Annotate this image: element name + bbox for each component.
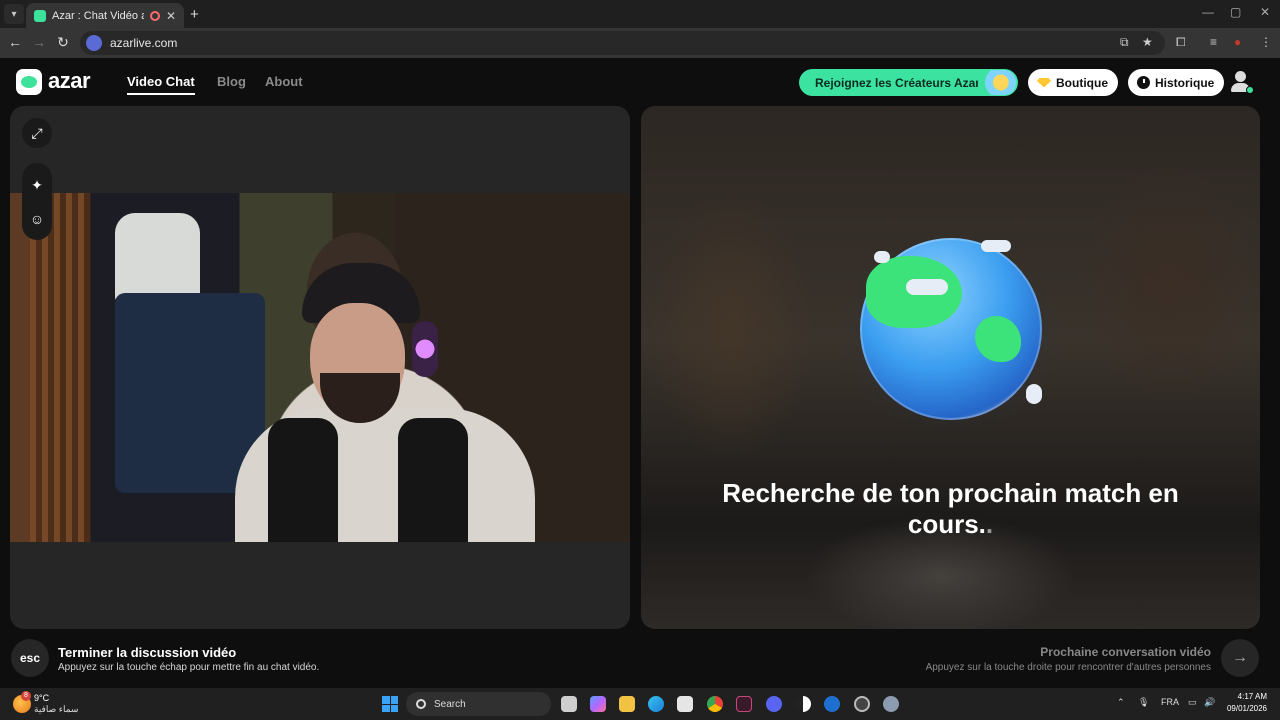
cast-icon[interactable]: ⧉: [1120, 35, 1129, 50]
restore-icon[interactable]: ▢: [1230, 5, 1241, 19]
app-gray-icon[interactable]: [854, 696, 870, 712]
searching-line-2: cours.: [907, 509, 986, 539]
profile-icon[interactable]: ●: [1234, 35, 1241, 49]
address-bar[interactable]: azarlive.com: [80, 31, 1165, 55]
task-view-icon[interactable]: [561, 696, 577, 712]
chrome-icon[interactable]: [707, 696, 723, 712]
controls-bar: esc Terminer la discussion vidéo Appuyez…: [0, 636, 1280, 688]
history-label: Historique: [1155, 75, 1215, 90]
site-header: azar Video Chat Blog About Rejoignez les…: [0, 58, 1280, 106]
extensions-icon[interactable]: ⧠: [1176, 35, 1186, 50]
history-button[interactable]: Historique: [1128, 69, 1225, 96]
tab-search-icon[interactable]: ▾: [4, 4, 24, 24]
temperature[interactable]: 9°C: [34, 693, 49, 703]
site-info-icon[interactable]: [86, 35, 102, 51]
searching-line-1: Recherche de ton prochain match en: [722, 478, 1179, 508]
minimize-icon[interactable]: —: [1202, 5, 1214, 19]
start-icon[interactable]: [382, 696, 398, 712]
weather-badge: 8: [21, 691, 31, 701]
join-creators-label: Rejoignez les Créateurs Azar: [815, 75, 980, 90]
file-explorer-icon[interactable]: [619, 696, 635, 712]
back-icon[interactable]: ←: [6, 34, 24, 50]
app-circle-icon[interactable]: [795, 696, 811, 712]
nav-about[interactable]: About: [265, 74, 303, 89]
headset-icon: [412, 321, 438, 377]
tray-chevron-icon[interactable]: ⌃: [1117, 697, 1125, 708]
url-text: azarlive.com: [110, 36, 178, 50]
weather-condition[interactable]: سماء صافية: [34, 704, 78, 715]
user-avatar-icon[interactable]: [1229, 69, 1254, 95]
nav-video-chat[interactable]: Video Chat: [127, 74, 195, 95]
microphone-icon[interactable]: 🎙: [1138, 697, 1149, 708]
sparkle-effects-icon[interactable]: ✦: [22, 170, 52, 200]
shop-label: Boutique: [1056, 75, 1108, 90]
browser-tab[interactable]: Azar : Chat Vidéo avec de n ✕: [26, 3, 184, 28]
settings-icon[interactable]: [883, 696, 899, 712]
clock-date[interactable]: 09/01/2026: [1225, 704, 1267, 713]
app-icon[interactable]: [736, 696, 752, 712]
taskbar: 8 9°C سماء صافية Search ⌃ 🎙 FRA ▭ 🔊 4:17…: [0, 688, 1280, 720]
network-icon[interactable]: ▭: [1188, 697, 1197, 708]
volume-icon[interactable]: 🔊: [1204, 697, 1215, 708]
join-creators-button[interactable]: Rejoignez les Créateurs Azar: [799, 69, 1018, 96]
my-camera-panel: ⤢ ✦ ☺: [10, 106, 630, 629]
taskbar-search[interactable]: Search: [406, 692, 551, 716]
face-filter-icon[interactable]: ☺: [22, 204, 52, 234]
bookmark-star-icon[interactable]: ★: [1142, 35, 1153, 49]
online-status-icon: [1246, 86, 1254, 94]
end-chat-hint: Appuyez sur la touche échap pour mettre …: [58, 662, 320, 673]
my-camera-video: [10, 193, 630, 542]
reload-icon[interactable]: ↻: [54, 34, 72, 51]
shop-button[interactable]: Boutique: [1028, 69, 1118, 96]
nav-blog[interactable]: Blog: [217, 74, 246, 89]
expand-icon[interactable]: ⤢: [22, 118, 52, 148]
browser-tabbar: ▾ Azar : Chat Vidéo avec de n ✕ + — ▢ ✕: [0, 0, 1280, 28]
store-icon[interactable]: [677, 696, 693, 712]
discord-icon[interactable]: [766, 696, 782, 712]
searching-status-text: Recherche de ton prochain match en cours…: [671, 478, 1230, 540]
next-chat-button[interactable]: →: [1221, 639, 1259, 677]
browser-toolbar: ← → ↻ azarlive.com ⧉ ★ ⧠ ≡ ● ⋮: [0, 28, 1280, 58]
edge-icon[interactable]: [648, 696, 664, 712]
app-blue-icon[interactable]: [824, 696, 840, 712]
taskbar-search-label: Search: [434, 698, 466, 710]
tab-close-icon[interactable]: ✕: [166, 9, 176, 23]
menu-icon[interactable]: ⋮: [1260, 35, 1272, 49]
page: azar Video Chat Blog About Rejoignez les…: [0, 58, 1280, 688]
language-indicator[interactable]: FRA: [1161, 697, 1179, 707]
copilot-icon[interactable]: [590, 696, 606, 712]
tab-title: Azar : Chat Vidéo avec de n: [52, 9, 144, 22]
end-chat-button[interactable]: esc: [11, 639, 49, 677]
logo-text[interactable]: azar: [48, 68, 91, 94]
clock-icon: [1137, 76, 1150, 89]
next-chat-title: Prochaine conversation vidéo: [1040, 645, 1211, 659]
azar-favicon-icon: [34, 9, 46, 22]
forward-icon[interactable]: →: [30, 34, 48, 50]
close-window-icon[interactable]: ✕: [1260, 5, 1270, 19]
effects-toolbar: ✦ ☺: [22, 163, 52, 240]
clock-time[interactable]: 4:17 AM: [1225, 692, 1267, 701]
azar-logo-icon[interactable]: [16, 69, 42, 95]
creators-decoration-icon: [978, 70, 1016, 95]
search-icon: [416, 699, 426, 709]
end-chat-title: Terminer la discussion vidéo: [58, 645, 237, 660]
diamond-icon: [1037, 77, 1051, 88]
reading-list-icon[interactable]: ≡: [1210, 35, 1217, 49]
next-chat-hint: Appuyez sur la touche droite pour rencon…: [925, 662, 1211, 673]
globe-icon: [856, 234, 1046, 424]
partner-video-panel: Recherche de ton prochain match en cours…: [641, 106, 1260, 629]
loading-dots: .: [985, 509, 994, 539]
recording-icon: [149, 10, 160, 21]
new-tab-icon[interactable]: +: [190, 6, 199, 23]
